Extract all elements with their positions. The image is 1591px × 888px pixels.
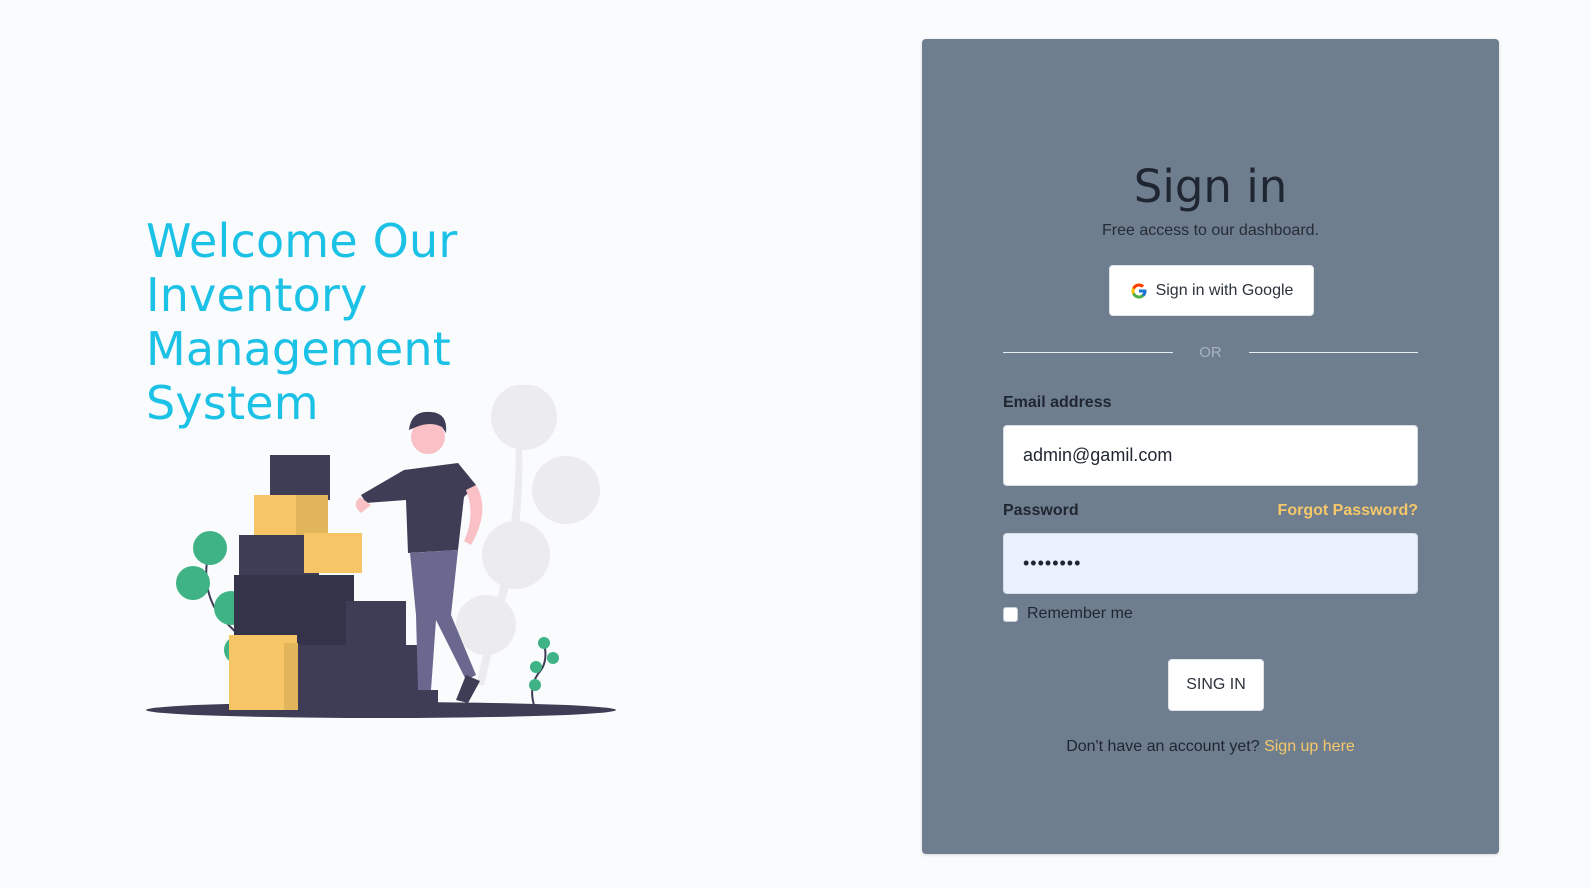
divider-line-left — [1003, 351, 1173, 353]
right-plant-graphic — [529, 637, 559, 706]
signup-prompt: Don't have an account yet? Sign up here — [922, 738, 1499, 756]
remember-me-label: Remember me — [1027, 605, 1133, 622]
hero-title-line1: Welcome Our — [146, 214, 458, 268]
email-field[interactable] — [1003, 425, 1418, 486]
login-page: Welcome Our Inventory Management System — [0, 0, 1591, 888]
background-plant-graphic — [456, 385, 600, 685]
signin-title: Sign in — [1133, 160, 1288, 213]
password-label: Password — [1003, 502, 1079, 519]
signin-submit-button[interactable]: SING IN — [1168, 659, 1264, 711]
google-g-icon — [1131, 283, 1147, 298]
or-divider: OR — [1003, 341, 1418, 363]
remember-me-row: Remember me — [1003, 605, 1133, 623]
signup-link[interactable]: Sign up here — [1264, 738, 1355, 755]
google-signin-button[interactable]: Sign in with Google — [1109, 265, 1314, 316]
signin-card: Sign in Free access to our dashboard. Si… — [922, 39, 1499, 854]
password-field[interactable] — [1003, 533, 1418, 594]
or-text: OR — [1199, 343, 1222, 361]
divider-line-right — [1248, 351, 1418, 353]
signin-subtitle: Free access to our dashboard. — [1101, 222, 1319, 239]
google-signin-label: Sign in with Google — [1155, 281, 1294, 299]
email-label: Email address — [1003, 394, 1112, 411]
inventory-boxes-illustration — [146, 385, 616, 718]
remember-me-checkbox[interactable] — [1003, 606, 1018, 622]
no-account-text: Don't have an account yet? — [1066, 738, 1260, 755]
forgot-password-link[interactable]: Forgot Password? — [1278, 502, 1418, 520]
hero-title-line2: Inventory — [146, 268, 368, 322]
